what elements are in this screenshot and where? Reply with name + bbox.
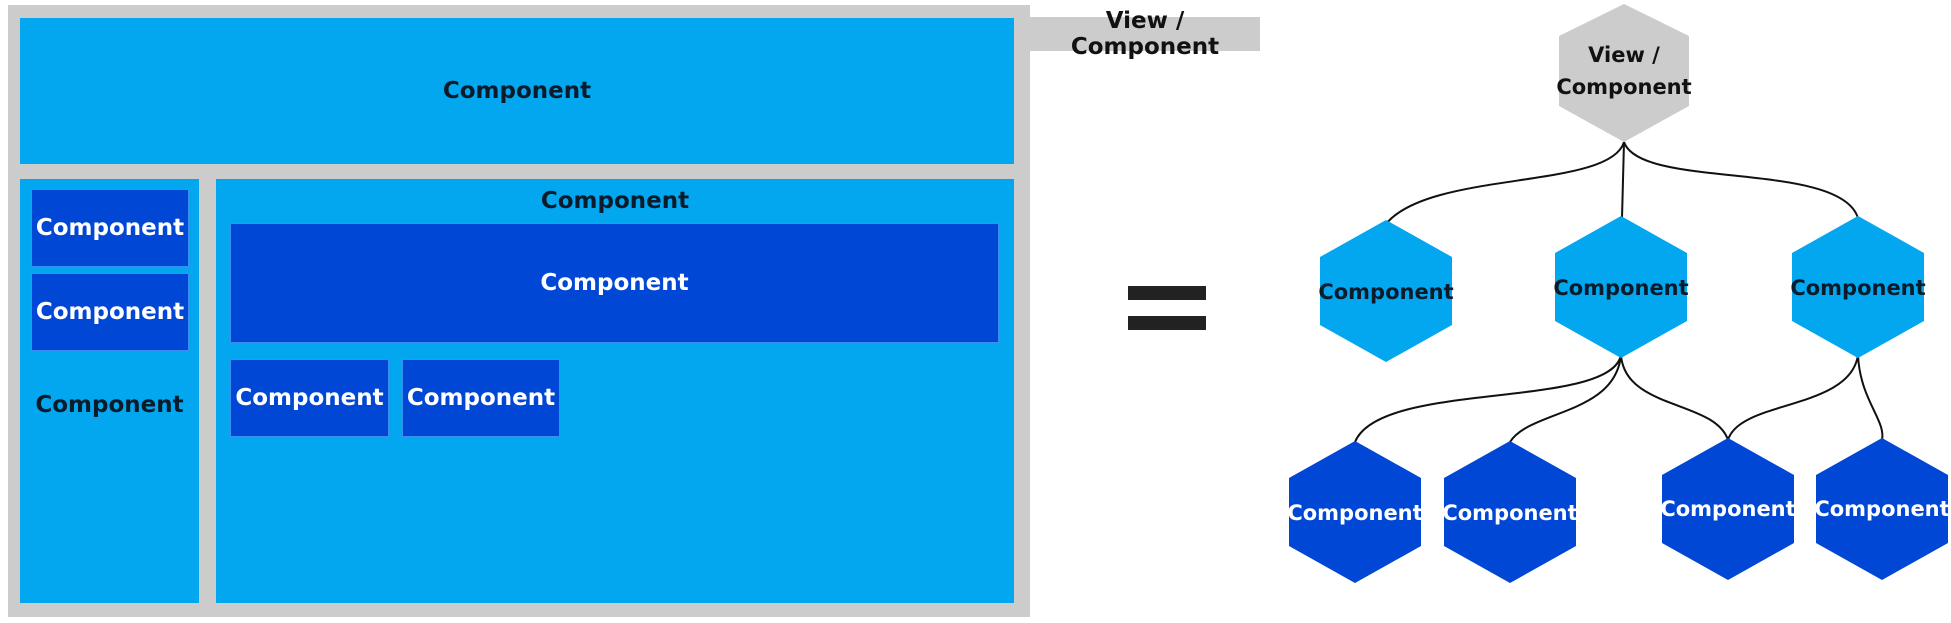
level2-node-2: Component [1442, 441, 1578, 583]
root-hexagon: View / Component [1556, 4, 1692, 142]
root-label-line1: View / [1588, 43, 1660, 67]
edge-l1b-l2a [1354, 354, 1622, 443]
svg-text:Component: Component [1318, 280, 1453, 304]
edge-root-l1c [1623, 141, 1859, 219]
svg-text:Component: Component [1442, 501, 1577, 525]
edge-l1b-l2c [1620, 354, 1729, 441]
level1-node-3: Component [1790, 216, 1926, 358]
root-label-line2: Component [1556, 75, 1691, 99]
edge-l1c-l2c [1727, 354, 1859, 441]
edge-root-l1b [1621, 141, 1625, 219]
level2-node-4: Component [1814, 438, 1950, 580]
svg-text:Component: Component [1814, 497, 1949, 521]
edge-root-l1a [1385, 141, 1625, 225]
component-tree: View / Component Component Component Com… [1287, 4, 1950, 583]
edge-l1c-l2d [1857, 354, 1884, 441]
level1-node-2: Component [1553, 216, 1689, 358]
level2-node-3: Component [1660, 438, 1796, 580]
level1-node-1: Component [1318, 220, 1454, 362]
level2-node-1: Component [1287, 441, 1423, 583]
svg-text:Component: Component [1790, 276, 1925, 300]
svg-text:Component: Component [1553, 276, 1688, 300]
edge-l1b-l2b [1509, 354, 1622, 443]
svg-text:Component: Component [1660, 497, 1795, 521]
svg-text:Component: Component [1287, 501, 1422, 525]
